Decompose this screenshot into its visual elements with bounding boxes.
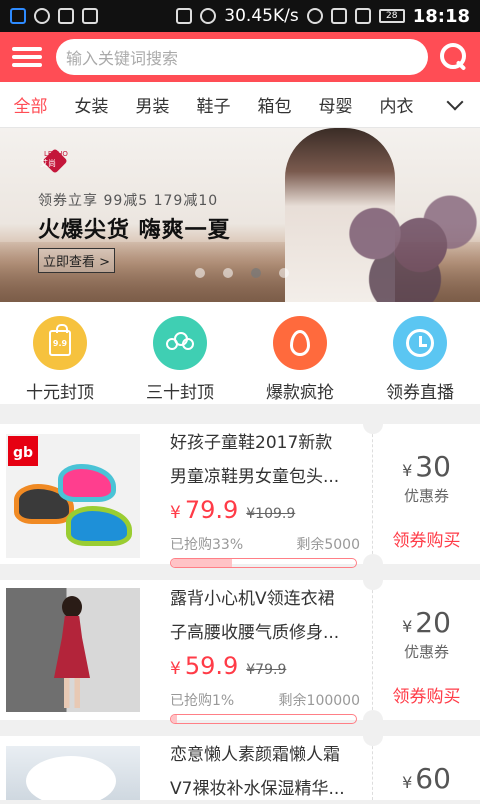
sold-progress-bar <box>170 558 357 568</box>
category-tabs: 全部 女装 男装 鞋子 箱包 母婴 内衣 <box>0 82 480 128</box>
get-coupon-buy-button[interactable]: 领券购买 <box>393 526 461 551</box>
remaining-stock: 剩余5000 <box>296 537 360 553</box>
product-title-line1: 恋意懒人素颜霜懒人霜 <box>170 745 340 765</box>
clock-time: 18:18 <box>412 5 470 27</box>
product-image[interactable]: gb <box>6 434 140 558</box>
category-ten-yuan[interactable]: 9.9 十元封顶 <box>0 302 120 404</box>
brand-logo-gb: gb <box>8 436 38 466</box>
category-label: 三十封顶 <box>146 383 214 403</box>
banner-title: 火爆尖货 嗨爽一夏 <box>38 218 231 243</box>
tab-bags[interactable]: 箱包 <box>244 92 305 117</box>
search-input[interactable]: 输入关键词搜索 <box>56 39 428 75</box>
lock-notification-icon <box>10 8 26 24</box>
product-info: 露背小心机V领连衣裙 子高腰收腰气质修身... ¥59.9 ¥79.9 已抢购1… <box>170 580 360 724</box>
product-card[interactable]: 恋意懒人素颜霜懒人霜 V7裸妆补水保湿精华... ¥60 <box>0 736 480 800</box>
banner-coupon-text: 领券立享 99减5 179减10 <box>38 193 219 209</box>
tab-underwear[interactable]: 内衣 <box>366 92 427 117</box>
menu-icon[interactable] <box>10 43 44 71</box>
banner-dot[interactable] <box>223 268 233 278</box>
brand-small-text: LEZHO <box>44 150 68 158</box>
coupon-panel[interactable]: ¥30 优惠券 领券购买 <box>363 424 480 564</box>
get-coupon-buy-button[interactable]: 领券购买 <box>393 682 461 707</box>
sold-percent: 已抢购33% <box>170 537 244 553</box>
category-label: 十元封顶 <box>26 383 94 403</box>
bag-price-text: 9.9 <box>49 324 71 356</box>
app-header: 输入关键词搜索 <box>0 32 480 82</box>
product-card[interactable]: 露背小心机V领连衣裙 子高腰收腰气质修身... ¥59.9 ¥79.9 已抢购1… <box>0 580 480 724</box>
original-price: ¥109.9 <box>246 506 296 522</box>
banner-pagination <box>195 268 289 278</box>
flame-icon <box>273 316 327 370</box>
coupon-panel[interactable]: ¥20 优惠券 领券购买 <box>363 580 480 720</box>
coupon-amount: ¥20 <box>402 606 451 639</box>
remaining-stock: 剩余100000 <box>278 693 360 709</box>
coupon-panel[interactable]: ¥60 <box>363 736 480 800</box>
battery-icon: 28 <box>378 9 405 23</box>
banner-flowers-image <box>330 188 480 302</box>
message-notification-icon <box>58 8 74 24</box>
signal-4g-icon <box>330 8 347 24</box>
category-label: 爆款疯抢 <box>266 383 334 403</box>
banner-view-now-button[interactable]: 立即查看 > <box>38 248 116 273</box>
tab-all[interactable]: 全部 <box>0 92 61 117</box>
product-title-line1: 好孩子童鞋2017新款 <box>170 433 333 453</box>
product-info: 恋意懒人素颜霜懒人霜 V7裸妆补水保湿精华... <box>170 736 360 804</box>
status-bar: 30.45K/s 28 18:18 <box>0 0 480 32</box>
coupon-label: 优惠券 <box>403 643 449 661</box>
vibrate-icon <box>176 8 193 24</box>
tab-shoes[interactable]: 鞋子 <box>183 92 244 117</box>
product-title-line1: 露背小心机V领连衣裙 <box>170 589 335 609</box>
original-price: ¥79.9 <box>246 662 287 678</box>
wifi-icon <box>306 8 323 24</box>
u-notification-icon <box>34 8 50 24</box>
banner-dot-active[interactable] <box>251 268 261 278</box>
product-card[interactable]: gb 好孩子童鞋2017新款 男童凉鞋男女童包头... ¥79.9 ¥109.9… <box>0 424 480 568</box>
product-info: 好孩子童鞋2017新款 男童凉鞋男女童包头... ¥79.9 ¥109.9 已抢… <box>170 424 360 568</box>
tab-baby[interactable]: 母婴 <box>305 92 366 117</box>
tab-mens[interactable]: 男装 <box>122 92 183 117</box>
banner-dot[interactable] <box>195 268 205 278</box>
sold-percent: 已抢购1% <box>170 693 235 709</box>
search-placeholder: 输入关键词搜索 <box>66 49 179 68</box>
category-coupon-live[interactable]: 领券直播 <box>360 302 480 404</box>
alarm-clock-icon <box>393 316 447 370</box>
tab-womens[interactable]: 女装 <box>61 92 122 117</box>
product-title-line2: 子高腰收腰气质修身... <box>170 623 340 643</box>
product-image[interactable] <box>6 746 140 800</box>
search-icon[interactable] <box>438 41 470 73</box>
quick-categories: 9.9 十元封顶 三十封顶 爆款疯抢 领券直播 <box>0 302 480 404</box>
users-icon <box>153 316 207 370</box>
banner-dot[interactable] <box>279 268 289 278</box>
category-hot-deals[interactable]: 爆款疯抢 <box>240 302 360 404</box>
coupon-amount: ¥60 <box>402 762 451 795</box>
product-price: ¥59.9 <box>170 652 239 680</box>
product-price: ¥79.9 <box>170 496 239 524</box>
product-title-line2: V7裸妆补水保湿精华... <box>170 779 345 799</box>
product-image[interactable] <box>6 588 140 712</box>
signal-icon <box>354 8 371 24</box>
alarm-icon <box>200 8 217 24</box>
category-label: 领券直播 <box>386 383 454 403</box>
brand-name: 艾尚 <box>40 159 56 168</box>
product-title-line2: 男童凉鞋男女童包头... <box>170 467 340 487</box>
sold-progress-bar <box>170 714 357 724</box>
coupon-label: 优惠券 <box>403 487 449 505</box>
coupon-amount: ¥30 <box>402 450 451 483</box>
expand-tabs-button[interactable] <box>430 82 480 128</box>
chevron-down-icon <box>446 93 464 110</box>
network-speed: 30.45K/s <box>224 6 299 26</box>
category-thirty-yuan[interactable]: 三十封顶 <box>120 302 240 404</box>
bag-9.9-icon: 9.9 <box>33 316 87 370</box>
grid-notification-icon <box>82 8 98 24</box>
